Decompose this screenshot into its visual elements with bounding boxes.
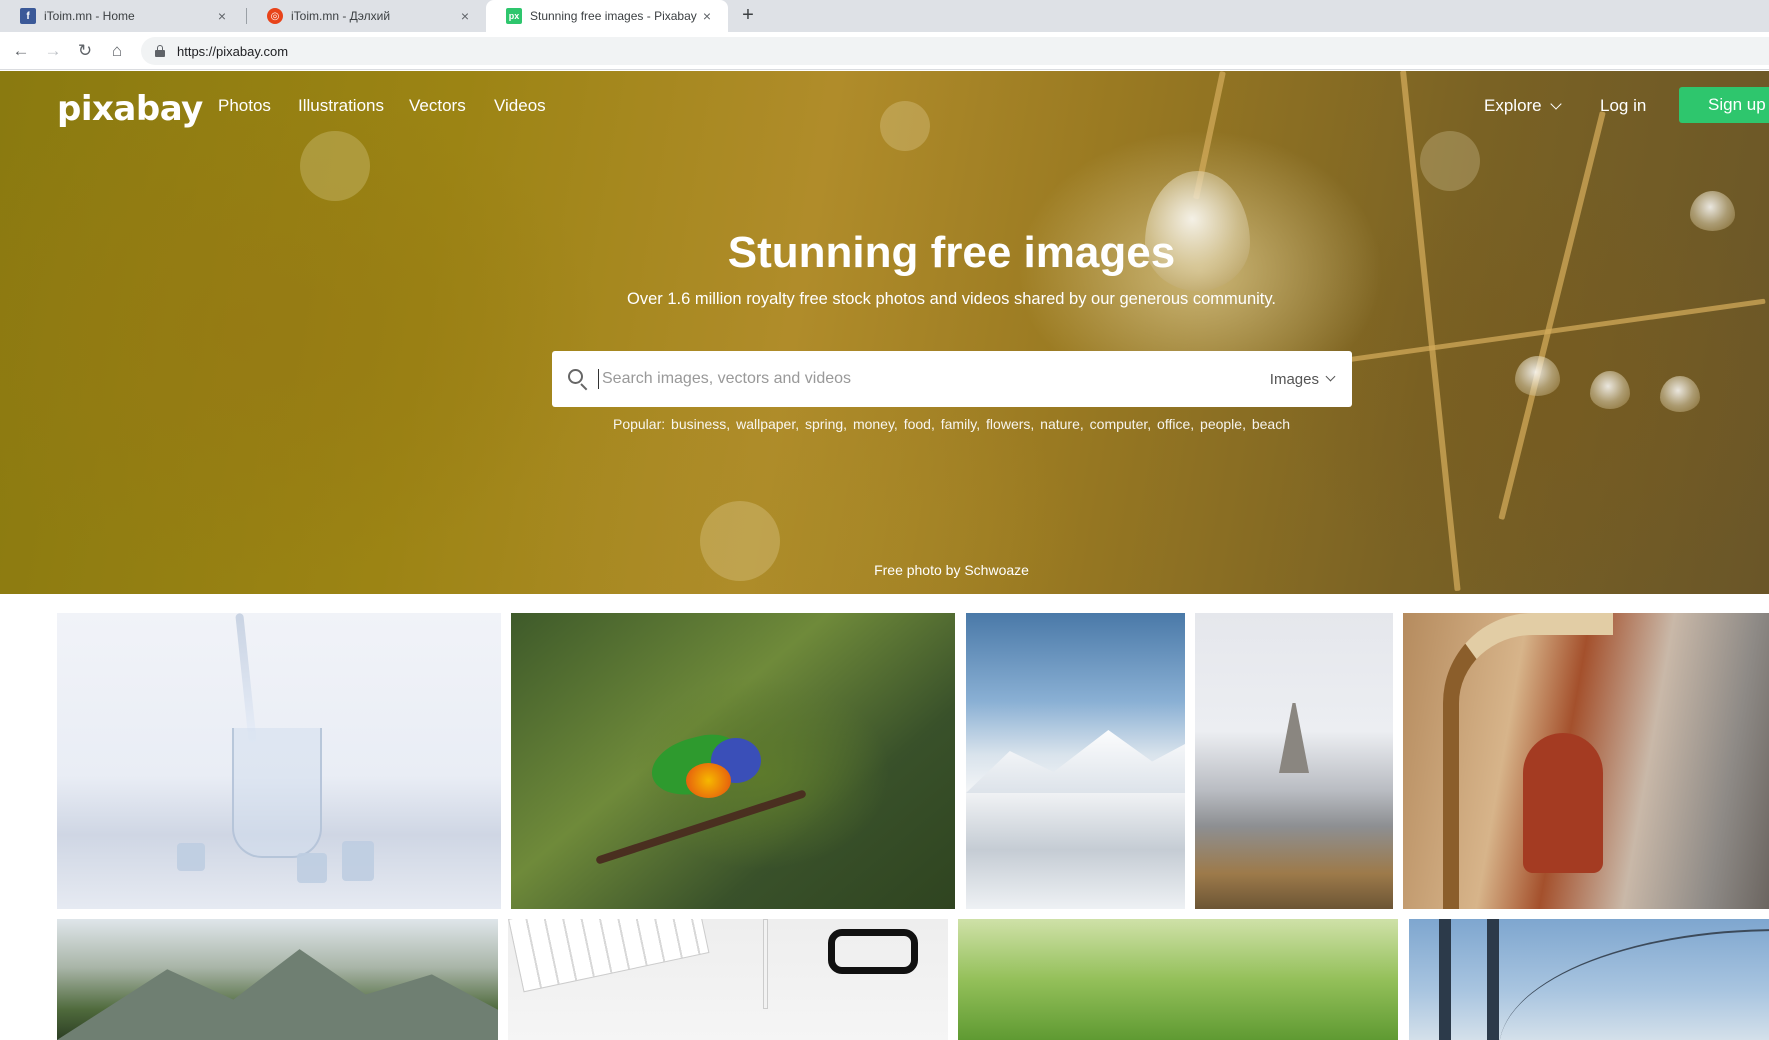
bokeh-light — [880, 101, 930, 151]
water-stream — [235, 613, 257, 744]
chevron-down-icon — [1549, 97, 1562, 110]
login-link[interactable]: Log in — [1600, 96, 1646, 116]
bokeh-light — [300, 131, 370, 201]
browser-tab-3-active[interactable]: px Stunning free images - Pixabay × — [486, 0, 728, 32]
water-drop — [1590, 371, 1630, 409]
facebook-icon: f — [20, 8, 36, 24]
new-tab-button[interactable]: + — [737, 5, 759, 27]
popular-term-beach[interactable]: beach — [1252, 416, 1290, 432]
search-input[interactable] — [598, 369, 1270, 389]
popular-term-spring[interactable]: spring, — [805, 416, 847, 432]
explore-menu[interactable]: Explore — [1484, 96, 1562, 116]
gallery-image-harp-player[interactable] — [1403, 613, 1769, 909]
pixabay-icon: px — [506, 8, 522, 24]
photo-credit-link[interactable]: Free photo by Schwoaze — [0, 562, 1769, 578]
browser-tab-bar: f iToim.mn - Home × ◎ iToim.mn - Дэлхий … — [0, 0, 1769, 32]
reload-icon[interactable]: ↻ — [75, 41, 95, 61]
ice-cube — [342, 841, 374, 881]
grass-stem — [1498, 111, 1606, 520]
search-type-label: Images — [1269, 370, 1319, 388]
tower — [1279, 703, 1309, 773]
pen — [763, 919, 768, 1009]
hero-section: pixabay Photos Illustrations Vectors Vid… — [0, 71, 1769, 594]
glass — [232, 728, 322, 858]
home-icon[interactable]: ⌂ — [107, 41, 127, 61]
gallery-image-mountain-valley[interactable] — [57, 919, 498, 1040]
hero-title: Stunning free images — [727, 228, 1176, 277]
browser-toolbar: ← → ↻ ⌂ https://pixabay.com — [0, 32, 1769, 70]
popular-term-family[interactable]: family, — [941, 416, 980, 432]
popular-term-food[interactable]: food, — [904, 416, 935, 432]
nav-photos[interactable]: Photos — [218, 96, 271, 116]
gallery-image-grass[interactable] — [958, 919, 1398, 1040]
close-tab-icon[interactable]: × — [698, 7, 716, 25]
close-tab-icon[interactable]: × — [456, 7, 474, 25]
bokeh-light — [1420, 131, 1480, 191]
lock-icon — [155, 45, 165, 57]
popular-term-flowers[interactable]: flowers, — [986, 416, 1034, 432]
mountain-peaks — [57, 949, 498, 1040]
popular-term-nature[interactable]: nature, — [1040, 416, 1084, 432]
ice-cube — [297, 853, 327, 883]
nav-videos[interactable]: Videos — [494, 96, 546, 116]
popular-searches: Popular: business, wallpaper, spring, mo… — [0, 416, 1769, 432]
mountain-ridge — [966, 730, 1185, 793]
popular-term-computer[interactable]: computer, — [1090, 416, 1151, 432]
branch — [595, 789, 807, 865]
gallery-image-snowy-mountains[interactable] — [966, 613, 1185, 909]
gallery-image-water-glass[interactable] — [57, 613, 501, 909]
water-drop — [1690, 191, 1735, 231]
gallery-image-parrot[interactable] — [511, 613, 955, 909]
gallery-image-eiffel-tower[interactable] — [1195, 613, 1393, 909]
explore-label: Explore — [1484, 96, 1542, 115]
popular-term-office[interactable]: office, — [1157, 416, 1194, 432]
pixabay-logo[interactable]: pixabay — [57, 89, 203, 129]
chevron-down-icon — [1325, 371, 1336, 382]
popular-term-people[interactable]: people, — [1200, 416, 1246, 432]
popular-term-money[interactable]: money, — [853, 416, 898, 432]
browser-tab-1[interactable]: f iToim.mn - Home × — [0, 0, 243, 32]
browser-tab-2[interactable]: ◎ iToim.mn - Дэлхий × — [247, 0, 486, 32]
nav-illustrations[interactable]: Illustrations — [298, 96, 384, 116]
search-type-dropdown[interactable]: Images — [1269, 370, 1336, 388]
back-arrow-icon[interactable]: ← — [11, 41, 31, 61]
parrot-chest — [686, 763, 731, 798]
bridge-cable — [1499, 929, 1769, 1040]
musician — [1523, 733, 1603, 873]
close-tab-icon[interactable]: × — [213, 7, 231, 25]
forward-arrow-icon[interactable]: → — [43, 41, 63, 61]
gallery-image-golden-gate-bridge[interactable] — [1409, 919, 1769, 1040]
water-drop — [1515, 356, 1560, 396]
search-bar: Images — [552, 351, 1352, 407]
keyboard — [508, 919, 710, 993]
nav-vectors[interactable]: Vectors — [409, 96, 466, 116]
search-icon[interactable] — [568, 369, 588, 391]
popular-label: Popular: — [612, 416, 666, 432]
signup-button[interactable]: Sign up — [1679, 87, 1769, 123]
address-bar[interactable]: https://pixabay.com — [141, 37, 1769, 65]
glasses — [828, 929, 918, 974]
bridge-tower — [1439, 919, 1499, 1040]
popular-term-business[interactable]: business, — [671, 416, 730, 432]
itoim-icon: ◎ — [267, 8, 283, 24]
hero-subtitle: Over 1.6 million royalty free stock phot… — [626, 290, 1276, 308]
water-drop — [1660, 376, 1700, 412]
gallery-image-desk[interactable] — [508, 919, 948, 1040]
url-text[interactable]: https://pixabay.com — [177, 44, 288, 59]
popular-term-wallpaper[interactable]: wallpaper, — [736, 416, 799, 432]
tab-title: iToim.mn - Home — [44, 9, 135, 23]
tab-title: Stunning free images - Pixabay — [530, 9, 697, 23]
ice-cube — [177, 843, 205, 871]
tab-title: iToim.mn - Дэлхий — [291, 9, 391, 23]
